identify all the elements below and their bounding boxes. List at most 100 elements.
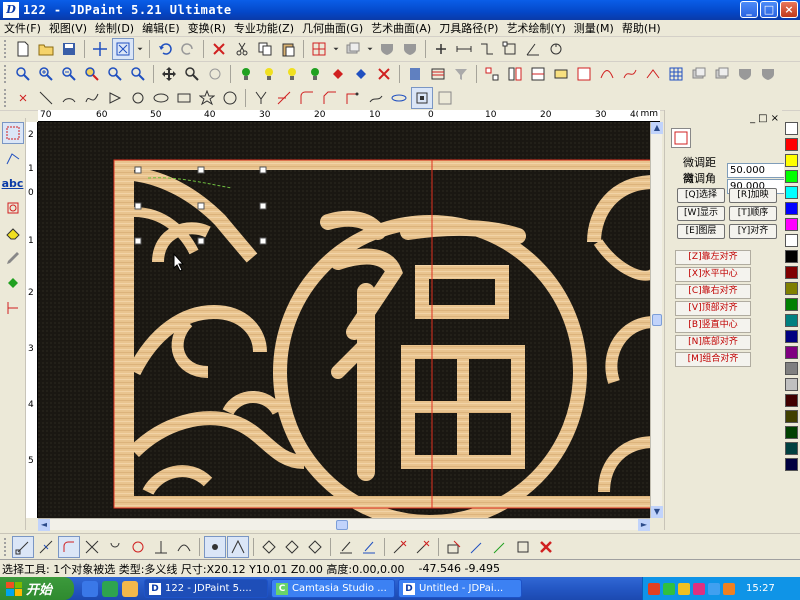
connect-icon[interactable] xyxy=(365,87,387,109)
select-props-tab[interactable] xyxy=(671,128,691,148)
diamond-node-icon[interactable] xyxy=(281,536,303,558)
circle-icon[interactable] xyxy=(219,87,241,109)
menu-measure[interactable]: 测量(M) xyxy=(570,20,618,36)
stepped-line-icon[interactable] xyxy=(476,38,498,60)
curve-icon[interactable] xyxy=(642,63,664,85)
color-swatch[interactable] xyxy=(785,314,798,327)
edit-node-icon[interactable] xyxy=(512,536,534,558)
horizontal-measure-icon[interactable] xyxy=(453,38,475,60)
select-tool-icon[interactable] xyxy=(1,122,24,144)
menu-toolpath[interactable]: 刀具路径(P) xyxy=(435,20,502,36)
scroll-down-icon[interactable]: ▼ xyxy=(651,506,663,518)
tray-app-icon[interactable] xyxy=(648,582,660,595)
curve-icon[interactable] xyxy=(619,63,641,85)
align-icon[interactable] xyxy=(527,63,549,85)
point-icon[interactable] xyxy=(12,87,34,109)
remove-node-icon[interactable] xyxy=(412,536,434,558)
grid-icon[interactable] xyxy=(665,63,687,85)
bucket-tool-icon[interactable] xyxy=(2,272,24,294)
color-swatch[interactable] xyxy=(785,250,798,263)
node-edit-icon[interactable] xyxy=(411,87,433,109)
color-swatch[interactable] xyxy=(785,298,798,311)
color-swatch[interactable] xyxy=(785,202,798,215)
vertical-scrollbar[interactable]: ▲ ▼ xyxy=(650,122,663,518)
chamfer-icon[interactable] xyxy=(319,87,341,109)
filter-icon[interactable] xyxy=(450,63,472,85)
chevron-down-icon[interactable] xyxy=(135,38,145,60)
horizontal-scrollbar[interactable]: ◄ ► xyxy=(38,518,650,531)
select-button[interactable]: [Q]选择 xyxy=(677,188,725,203)
layer-icon[interactable] xyxy=(342,38,364,60)
color-swatch[interactable] xyxy=(785,218,798,231)
snap-nearest-icon[interactable] xyxy=(173,536,195,558)
align-top-button[interactable]: [V]顶部对齐 xyxy=(675,301,751,316)
node-box-icon[interactable] xyxy=(499,38,521,60)
task-jdpaint-122[interactable]: D 122 - JDPaint 5.... xyxy=(144,579,268,598)
color-swatch[interactable] xyxy=(785,410,798,423)
eraser-tool-icon[interactable] xyxy=(2,222,24,244)
scroll-up-icon[interactable]: ▲ xyxy=(651,122,663,134)
crosshair-icon[interactable] xyxy=(89,38,111,60)
offset-icon[interactable] xyxy=(388,87,410,109)
zoom-selected-icon[interactable] xyxy=(104,63,126,85)
undo-icon[interactable] xyxy=(154,38,176,60)
color-swatch[interactable] xyxy=(785,170,798,183)
angle-icon[interactable] xyxy=(522,38,544,60)
lightbulb-icon[interactable] xyxy=(281,63,303,85)
menu-help[interactable]: 帮助(H) xyxy=(618,20,665,36)
zoom-realtime-icon[interactable] xyxy=(181,63,203,85)
lightbulb-icon[interactable] xyxy=(235,63,257,85)
tray-app-icon[interactable] xyxy=(708,582,720,595)
color-swatch[interactable] xyxy=(785,266,798,279)
break-icon[interactable] xyxy=(342,87,364,109)
redo-icon[interactable] xyxy=(177,38,199,60)
ellipse-icon[interactable] xyxy=(150,87,172,109)
menu-pro[interactable]: 专业功能(Z) xyxy=(230,20,298,36)
edit-node-icon[interactable] xyxy=(489,536,511,558)
cut-icon[interactable] xyxy=(231,38,253,60)
color-swatch[interactable] xyxy=(785,154,798,167)
circle-icon[interactable] xyxy=(127,87,149,109)
color-swatch[interactable] xyxy=(785,346,798,359)
grid-icon[interactable] xyxy=(308,38,330,60)
align-right-button[interactable]: [C]靠右对齐 xyxy=(675,284,751,299)
panel-minimize-icon[interactable]: _ xyxy=(750,113,755,124)
copy-icon[interactable] xyxy=(254,38,276,60)
align-icon[interactable] xyxy=(573,63,595,85)
arc-icon[interactable] xyxy=(58,87,80,109)
snap-angle-icon[interactable] xyxy=(227,535,249,558)
line-icon[interactable] xyxy=(35,87,57,109)
layer-button[interactable]: [E]图层 xyxy=(677,224,725,239)
scroll-left-icon[interactable]: ◄ xyxy=(38,519,50,531)
rotate-view-icon[interactable] xyxy=(545,38,567,60)
measure-tool-icon[interactable] xyxy=(2,297,24,319)
drawing-canvas[interactable] xyxy=(38,122,650,518)
group-icon[interactable] xyxy=(434,87,456,109)
align-icon[interactable] xyxy=(550,63,572,85)
trim-icon[interactable] xyxy=(250,87,272,109)
zoom-all-icon[interactable] xyxy=(81,63,103,85)
color-swatch[interactable] xyxy=(785,122,798,135)
color-swatch[interactable] xyxy=(785,234,798,247)
fillet-icon[interactable] xyxy=(296,87,318,109)
menu-surface[interactable]: 几何曲面(G) xyxy=(298,20,367,36)
scroll-right-icon[interactable]: ► xyxy=(638,519,650,531)
color-swatch[interactable] xyxy=(785,186,798,199)
shield-icon[interactable] xyxy=(376,38,398,60)
save-icon[interactable] xyxy=(58,38,80,60)
color-swatch[interactable] xyxy=(785,394,798,407)
shield-icon[interactable] xyxy=(399,38,421,60)
tray-app-icon[interactable] xyxy=(693,582,705,595)
shield-icon[interactable] xyxy=(757,63,779,85)
snap-grid-icon[interactable] xyxy=(204,535,226,558)
start-button[interactable]: 开始 xyxy=(0,577,74,600)
menu-draw[interactable]: 绘制(D) xyxy=(91,20,138,36)
text-tool-icon[interactable]: abc xyxy=(2,172,24,194)
color-swatch[interactable] xyxy=(785,426,798,439)
knife-icon[interactable] xyxy=(358,536,380,558)
align-hcenter-button[interactable]: [X]水平中心 xyxy=(675,267,751,282)
snap-center-icon[interactable] xyxy=(127,536,149,558)
panel-restore-icon[interactable]: □ xyxy=(758,113,767,124)
align-left-button[interactable]: [Z]靠左对齐 xyxy=(675,250,751,265)
task-jdpaint-untitled[interactable]: D Untitled - JDPai... xyxy=(398,579,522,598)
